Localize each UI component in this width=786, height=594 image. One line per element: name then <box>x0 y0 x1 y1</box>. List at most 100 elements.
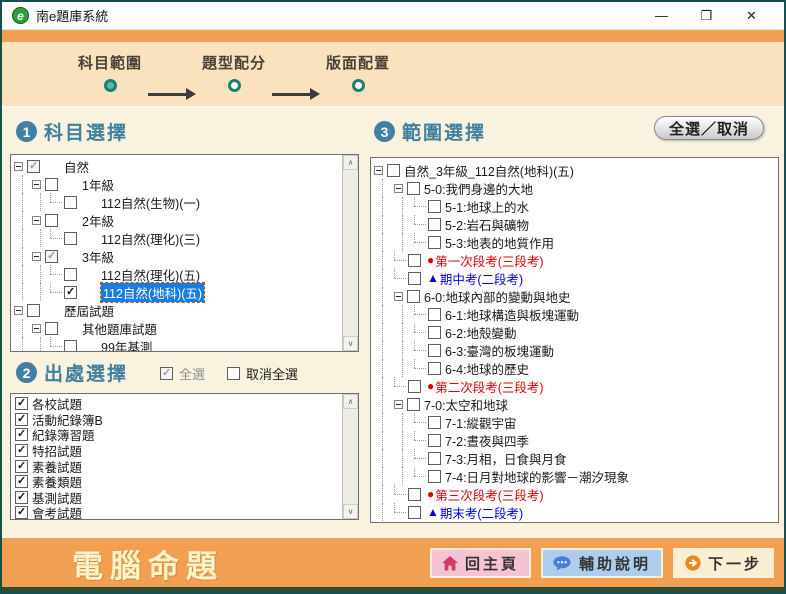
tree-row[interactable]: 2年級 <box>14 211 340 229</box>
next-button[interactable]: 下一步 <box>673 548 774 578</box>
tree-row[interactable]: 7-4:日月對地球的影響－潮汐現象 <box>374 467 774 485</box>
tree-checkbox[interactable] <box>408 380 421 393</box>
source-checkbox[interactable] <box>15 397 28 410</box>
tree-checkbox[interactable] <box>428 218 441 231</box>
tree-row[interactable]: 112自然(理化)(五) <box>14 265 340 283</box>
tree-row[interactable]: ●第三次段考(三段考) <box>374 485 774 503</box>
close-button[interactable]: ✕ <box>729 3 774 29</box>
tree-node-label[interactable]: 7-1:縱觀宇宙 <box>445 413 517 432</box>
select-all-checkbox[interactable] <box>160 367 173 380</box>
tree-row[interactable]: 其他題庫試題 <box>14 319 340 337</box>
tree-checkbox[interactable] <box>64 268 77 281</box>
tree-node-label[interactable]: 第一次段考(三段考) <box>435 251 543 270</box>
tree-row[interactable]: 112自然(地科)(五) <box>14 283 340 301</box>
tree-row[interactable]: 5-1:地球上的水 <box>374 197 774 215</box>
collapse-icon[interactable] <box>32 252 41 261</box>
tree-node-label[interactable]: 6-2:地殼變動 <box>445 323 517 342</box>
tree-node-label[interactable]: 期末考(二段考) <box>440 503 523 522</box>
tree-checkbox[interactable] <box>27 304 40 317</box>
tree-row[interactable]: 自然 <box>14 157 340 175</box>
tree-node-label[interactable]: 自然_3年級_112自然(地科)(五) <box>404 161 574 180</box>
home-button[interactable]: 回主頁 <box>430 548 531 578</box>
tree-node-label[interactable]: 7-2:晝夜與四季 <box>445 431 529 450</box>
collapse-icon[interactable] <box>394 400 403 409</box>
tree-node-label[interactable]: 7-3:月相，日食與月食 <box>445 449 567 468</box>
tree-row[interactable]: 5-2:岩石與礦物 <box>374 215 774 233</box>
collapse-icon[interactable] <box>14 162 23 171</box>
tree-checkbox[interactable] <box>428 362 441 375</box>
deselect-all-checkbox-group[interactable]: 取消全選 <box>227 364 298 383</box>
tree-checkbox[interactable] <box>407 182 420 195</box>
tree-checkbox[interactable] <box>408 506 421 519</box>
tree-row[interactable]: ▲期中考(二段考) <box>374 269 774 287</box>
tree-checkbox[interactable] <box>428 236 441 249</box>
tree-row[interactable]: 6-4:地球的歷史 <box>374 359 774 377</box>
tree-row[interactable]: 99年基測 <box>14 337 340 352</box>
collapse-icon[interactable] <box>14 306 23 315</box>
tree-row[interactable]: 6-2:地殼變動 <box>374 323 774 341</box>
tree-row[interactable]: 3年級 <box>14 247 340 265</box>
source-checkbox[interactable] <box>15 444 28 457</box>
scroll-up-icon[interactable]: ∧ <box>343 394 358 409</box>
tree-checkbox[interactable] <box>64 286 77 299</box>
collapse-icon[interactable] <box>32 324 41 333</box>
tree-row[interactable]: 1年級 <box>14 175 340 193</box>
tree-node-label[interactable]: 6-0:地球內部的變動與地史 <box>424 287 571 306</box>
scroll-up-icon[interactable]: ∧ <box>343 155 358 170</box>
tree-node-label[interactable]: 5-3:地表的地質作用 <box>445 233 554 252</box>
source-checkbox[interactable] <box>15 475 28 488</box>
tree-row[interactable]: ●第二次段考(三段考) <box>374 377 774 395</box>
tree-row[interactable]: ●第一次段考(三段考) <box>374 251 774 269</box>
tree-row[interactable]: 7-0:太空和地球 <box>374 395 774 413</box>
collapse-icon[interactable] <box>32 216 41 225</box>
tree-row[interactable]: 歷屆試題 <box>14 301 340 319</box>
tree-checkbox[interactable] <box>428 308 441 321</box>
scroll-down-icon[interactable]: ∨ <box>343 504 358 519</box>
source-checkbox[interactable] <box>15 506 28 519</box>
tree-node-label[interactable]: 112自然(生物)(一) <box>101 193 200 212</box>
tree-node-label[interactable]: 112自然(理化)(三) <box>101 229 200 248</box>
tree-node-label[interactable]: 期中考(二段考) <box>440 269 523 288</box>
tree-checkbox[interactable] <box>64 340 77 353</box>
maximize-button[interactable]: ❒ <box>684 3 729 29</box>
tree-node-label[interactable]: 其他題庫試題 <box>82 319 157 338</box>
help-button[interactable]: 輔助說明 <box>541 548 663 578</box>
tree-row[interactable]: ▲期末考(二段考) <box>374 503 774 521</box>
subject-tree-scrollbar[interactable]: ∧ ∨ <box>342 155 358 351</box>
tree-node-label[interactable]: 自然 <box>64 157 89 176</box>
tree-checkbox[interactable] <box>64 232 77 245</box>
collapse-icon[interactable] <box>374 166 383 175</box>
tree-node-label[interactable]: 1年級 <box>82 175 114 194</box>
source-list-item[interactable]: 會考試題 <box>13 505 340 520</box>
tree-node-label[interactable]: 歷屆試題 <box>64 301 114 320</box>
source-checkbox[interactable] <box>15 428 28 441</box>
collapse-icon[interactable] <box>394 184 403 193</box>
tree-row[interactable]: 7-1:縱觀宇宙 <box>374 413 774 431</box>
deselect-all-checkbox[interactable] <box>227 367 240 380</box>
tree-checkbox[interactable] <box>428 470 441 483</box>
tree-checkbox[interactable] <box>428 434 441 447</box>
tree-node-label[interactable]: 6-3:臺灣的板塊運動 <box>445 341 554 360</box>
tree-node-label[interactable]: 3年級 <box>82 247 114 266</box>
tree-checkbox[interactable] <box>45 214 58 227</box>
tree-checkbox[interactable] <box>64 196 77 209</box>
tree-node-label[interactable]: 第二次段考(三段考) <box>435 377 543 396</box>
tree-checkbox[interactable] <box>387 164 400 177</box>
tree-row[interactable]: 7-3:月相，日食與月食 <box>374 449 774 467</box>
tree-checkbox[interactable] <box>45 322 58 335</box>
tree-node-label[interactable]: 2年級 <box>82 211 114 230</box>
tree-checkbox[interactable] <box>428 326 441 339</box>
tree-checkbox[interactable] <box>428 416 441 429</box>
tree-checkbox[interactable] <box>27 160 40 173</box>
tree-row[interactable]: 6-1:地球構造與板塊運動 <box>374 305 774 323</box>
tree-row[interactable]: 自然_3年級_112自然(地科)(五) <box>374 161 774 179</box>
tree-checkbox[interactable] <box>408 254 421 267</box>
source-checkbox[interactable] <box>15 491 28 504</box>
tree-node-label[interactable]: 99年基測 <box>101 337 152 353</box>
tree-checkbox[interactable] <box>428 452 441 465</box>
scroll-down-icon[interactable]: ∨ <box>343 336 358 351</box>
tree-checkbox[interactable] <box>408 488 421 501</box>
tree-row[interactable]: 112自然(理化)(三) <box>14 229 340 247</box>
tree-node-label[interactable]: 6-1:地球構造與板塊運動 <box>445 305 579 324</box>
select-all-checkbox-group[interactable]: 全選 <box>160 364 205 383</box>
